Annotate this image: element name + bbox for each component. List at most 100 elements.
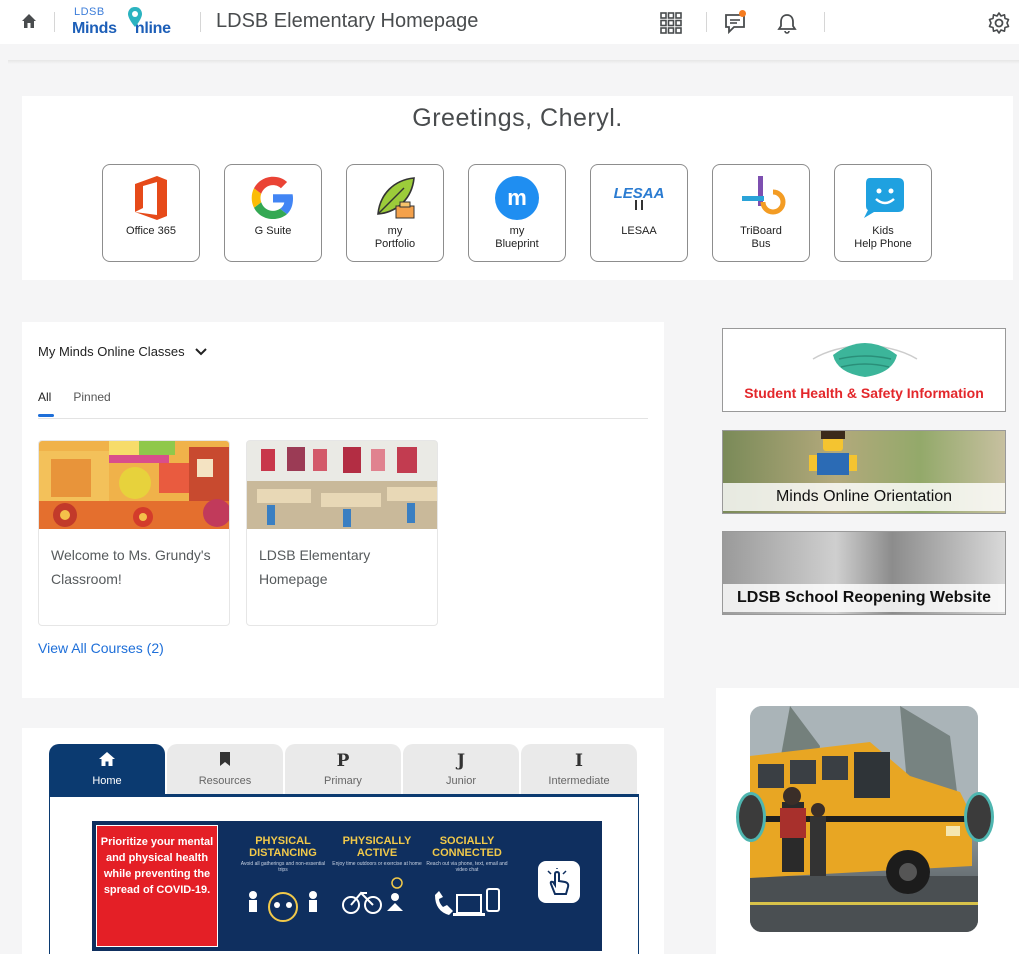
blueprint-m-glyph: m — [507, 185, 527, 210]
socially-connected-column: SOCIALLY CONNECTED Reach out via phone, … — [422, 835, 512, 928]
col-subtext: Avoid all gatherings and non-essential t… — [240, 861, 326, 873]
app-label: G Suite — [254, 225, 292, 237]
chevron-down-icon[interactable] — [194, 347, 207, 357]
health-safety-label: Student Health & Safety Information — [744, 385, 984, 401]
logo-bottom-text: Minds nline — [72, 20, 171, 38]
lesaa-logo-icon: LESAA — [611, 173, 667, 223]
content-tab-strip: Home Resources P Primary J Junior I Inte… — [49, 744, 637, 794]
logo-word-minds: Minds — [72, 20, 121, 37]
greetings-widget: Greetings, Cheryl. Office 365 G Suite my… — [22, 96, 1013, 280]
app-kids-help-phone[interactable]: Kids Help Phone — [834, 164, 932, 262]
carousel-next-button[interactable] — [964, 792, 994, 842]
lego-figure-image — [809, 431, 857, 475]
app-label: Office 365 — [126, 225, 176, 237]
letter-p-icon: P — [336, 751, 350, 771]
app-label: my Blueprint — [495, 225, 539, 250]
reopening-link[interactable]: LDSB School Reopening Website — [722, 531, 1006, 615]
greeting-heading: Greetings, Cheryl. — [412, 104, 623, 132]
tabs-divider — [38, 418, 648, 419]
minds-online-logo[interactable]: LDSB Minds nline — [72, 6, 182, 40]
app-label: TriBoard Bus — [740, 225, 782, 250]
tab-pinned[interactable]: Pinned — [73, 390, 110, 404]
course-card[interactable]: LDSB Elementary Homepage — [246, 440, 438, 626]
classes-tabs: All Pinned — [38, 390, 111, 404]
header-shadow — [8, 60, 1019, 64]
orientation-link[interactable]: Minds Online Orientation — [722, 430, 1006, 514]
school-bus-photo — [750, 706, 978, 932]
tab-label: Intermediate — [548, 775, 610, 787]
tab-resources[interactable]: Resources — [167, 744, 283, 794]
home-icon[interactable] — [20, 12, 38, 30]
tab-label: Primary — [324, 775, 362, 787]
app-my-blueprint[interactable]: m my Blueprint — [468, 164, 566, 262]
face-mask-icon — [812, 343, 918, 377]
course-name[interactable]: Welcome to Ms. Grundy's Classroom! — [39, 529, 229, 605]
classes-header[interactable]: My Minds Online Classes — [38, 344, 207, 359]
content-tabs-widget: Home Resources P Primary J Junior I Inte… — [22, 728, 664, 954]
nav-divider — [54, 12, 55, 32]
health-safety-link[interactable]: Student Health & Safety Information — [722, 328, 1006, 412]
physically-active-column: PHYSICALLY ACTIVE Enjoy time outdoors or… — [332, 835, 422, 922]
covid-message: Prioritize your mental and physical heal… — [96, 825, 218, 947]
phone-laptop-icon — [435, 888, 500, 916]
course-image-toys — [39, 441, 229, 529]
app-lesaa[interactable]: LESAA LESAA — [590, 164, 688, 262]
app-my-portfolio[interactable]: my Portfolio — [346, 164, 444, 262]
physical-distancing-column: PHYSICAL DISTANCING Avoid all gatherings… — [238, 835, 328, 928]
photo-carousel-widget — [716, 688, 1019, 954]
tab-label: Junior — [446, 775, 476, 787]
col-subtext: Reach out via phone, text, email and vid… — [426, 861, 508, 873]
course-image-classroom — [247, 441, 437, 529]
org-title[interactable]: LDSB Elementary Homepage — [216, 10, 478, 33]
bell-icon[interactable] — [774, 10, 800, 36]
course-name[interactable]: LDSB Elementary Homepage — [247, 529, 437, 605]
nav-divider — [200, 12, 201, 32]
waffle-grid-icon[interactable] — [658, 10, 684, 36]
letter-j-icon: J — [456, 751, 466, 771]
triboard-bus-icon — [733, 173, 789, 223]
tab-content-frame: Prioritize your mental and physical heal… — [49, 794, 639, 954]
leaf-portfolio-icon — [367, 173, 423, 223]
kids-help-phone-icon — [855, 173, 911, 223]
tab-intermediate[interactable]: I Intermediate — [521, 744, 637, 794]
tab-home[interactable]: Home — [49, 744, 165, 794]
logo-top-text: LDSB — [74, 6, 105, 18]
message-alerts-icon[interactable] — [722, 10, 748, 36]
course-card[interactable]: Welcome to Ms. Grundy's Classroom! — [38, 440, 230, 626]
lesaa-logo-text: LESAA — [614, 185, 665, 202]
home-icon — [99, 751, 115, 771]
orientation-label: Minds Online Orientation — [723, 483, 1005, 511]
touch-hand-icon — [538, 861, 580, 903]
tab-label: Resources — [198, 775, 252, 787]
google-g-icon — [245, 173, 301, 223]
reopening-label: LDSB School Reopening Website — [723, 584, 1005, 612]
distancing-icon — [249, 891, 317, 922]
blueprint-icon: m — [489, 173, 545, 223]
letter-i-icon: I — [575, 751, 583, 771]
gear-icon[interactable] — [986, 10, 1012, 36]
app-launcher-row: Office 365 G Suite my Portfolio m my Blu… — [102, 164, 932, 262]
classes-title: My Minds Online Classes — [38, 344, 185, 359]
top-navbar: LDSB Minds nline LDSB Elementary Homepag… — [0, 0, 1019, 44]
active-tab-indicator — [38, 414, 54, 417]
view-all-courses-link[interactable]: View All Courses (2) — [38, 640, 164, 656]
col-heading: PHYSICAL DISTANCING — [249, 835, 317, 859]
tab-label: Home — [92, 775, 122, 787]
tab-primary[interactable]: P Primary — [285, 744, 401, 794]
location-pin-icon — [128, 7, 142, 27]
app-office-365[interactable]: Office 365 — [102, 164, 200, 262]
carousel-prev-button[interactable] — [736, 792, 766, 842]
app-triboard-bus[interactable]: TriBoard Bus — [712, 164, 810, 262]
app-label: LESAA — [621, 225, 657, 237]
tab-junior[interactable]: J Junior — [403, 744, 519, 794]
app-label: Kids Help Phone — [854, 225, 912, 250]
my-classes-widget: My Minds Online Classes All Pinned Welco… — [22, 322, 664, 698]
office-365-icon — [123, 173, 179, 223]
col-heading: PHYSICALLY ACTIVE — [342, 835, 412, 859]
app-g-suite[interactable]: G Suite — [224, 164, 322, 262]
col-heading: SOCIALLY CONNECTED — [432, 835, 502, 859]
col-subtext: Enjoy time outdoors or exercise at home — [332, 861, 422, 867]
tab-all[interactable]: All — [38, 390, 51, 404]
app-label: my Portfolio — [374, 225, 416, 250]
bookmark-icon — [219, 751, 231, 771]
